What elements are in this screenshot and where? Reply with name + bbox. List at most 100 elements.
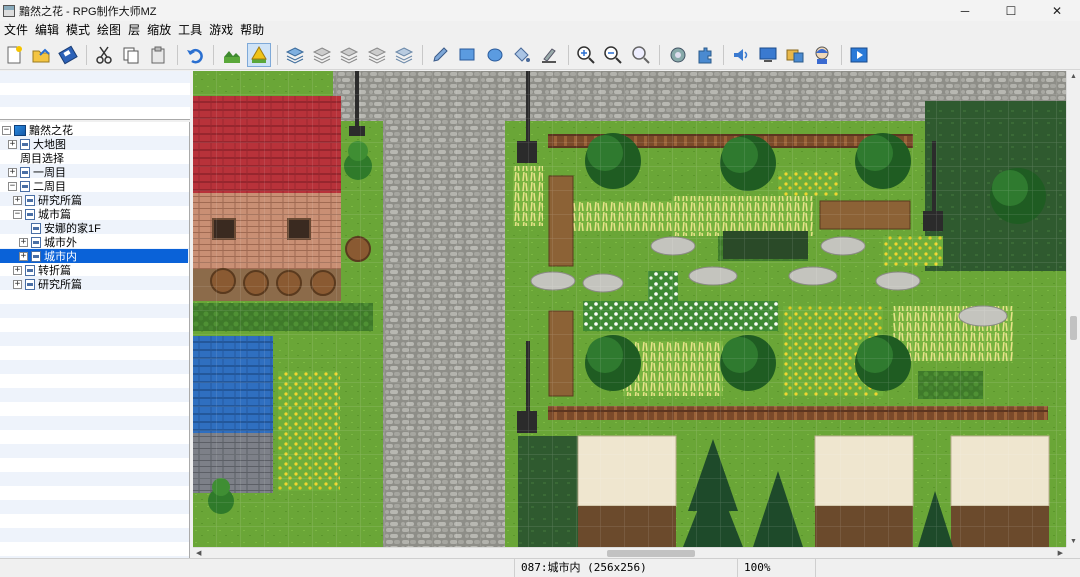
collapse-icon[interactable]: − [2, 125, 11, 135]
copy-button[interactable] [119, 43, 143, 67]
expand-icon[interactable]: + [19, 237, 28, 247]
layer-3-button[interactable] [365, 43, 389, 67]
map-icon [31, 236, 41, 248]
shadow-pen-button[interactable] [537, 43, 561, 67]
menu-layer[interactable]: 层 [124, 21, 143, 40]
new-project-button[interactable] [2, 43, 26, 67]
tree-item[interactable]: − 二周目 [0, 179, 188, 193]
tree-item[interactable]: 周目选择 [0, 151, 188, 165]
window-controls: ─ ☐ ✕ [942, 0, 1080, 21]
cut-button[interactable] [92, 43, 116, 67]
ellipse-button[interactable] [483, 43, 507, 67]
map-mode-button[interactable] [220, 43, 244, 67]
zoom-in-button[interactable] [574, 43, 598, 67]
vertical-scrollbar[interactable]: ▲ ▼ [1066, 71, 1080, 547]
layer-auto-button[interactable] [283, 43, 307, 67]
plugin-manager-button[interactable] [693, 43, 717, 67]
pencil-button[interactable] [428, 43, 452, 67]
expand-icon[interactable]: + [8, 139, 17, 149]
zoom-actual-button[interactable] [629, 43, 653, 67]
event-mode-button[interactable] [247, 43, 271, 67]
menu-file[interactable]: 文件 [0, 21, 31, 40]
status-empty-cell [815, 559, 1080, 577]
tree-item[interactable]: − 城市篇 [0, 207, 188, 221]
tree-item[interactable]: + 城市内 [0, 249, 188, 263]
tree-item[interactable]: + 转折篇 [0, 263, 188, 277]
layer-2-icon [339, 47, 359, 64]
zoom-actual-icon [632, 46, 650, 64]
menu-help[interactable]: 帮助 [236, 21, 267, 40]
new-project-icon [7, 46, 22, 64]
tree-item[interactable]: + 研究所篇 [0, 277, 188, 291]
window-title: 黯然之花 - RPG制作大师MZ [19, 5, 157, 18]
expand-icon[interactable]: + [19, 251, 28, 261]
layer-1-icon [312, 47, 332, 64]
map-icon [20, 180, 30, 192]
zoom-out-button[interactable] [601, 43, 625, 67]
expand-icon[interactable]: + [13, 279, 22, 289]
expand-icon[interactable]: + [13, 265, 22, 275]
character-generator-button[interactable] [810, 43, 834, 67]
expand-icon[interactable]: + [8, 167, 17, 177]
map-tree[interactable]: − 黯然之花 + 大地图 周目选择 + 一周目 − 二周目 + 研究所篇 − 城市篇 安娜的家1F + 城市外… [0, 122, 190, 558]
vertical-scroll-thumb[interactable] [1070, 316, 1077, 340]
scroll-right-arrow-icon[interactable]: ▶ [1058, 549, 1063, 557]
sound-test-button[interactable] [729, 43, 753, 67]
toolbar-separator [841, 45, 842, 65]
tree-item[interactable]: − 黯然之花 [0, 123, 188, 137]
minimize-button[interactable]: ─ [942, 0, 988, 21]
menu-scale[interactable]: 缩放 [143, 21, 174, 40]
database-button[interactable] [666, 43, 690, 67]
paste-icon [151, 46, 165, 64]
tree-item[interactable]: + 一周目 [0, 165, 188, 179]
collapse-icon[interactable]: − [8, 181, 17, 191]
map-icon [31, 250, 41, 262]
toolbar-separator [568, 45, 569, 65]
collapse-icon[interactable]: − [13, 209, 22, 219]
tree-item[interactable]: + 研究所篇 [0, 193, 188, 207]
toolbar [0, 40, 1080, 70]
open-project-button[interactable] [29, 43, 53, 67]
map-canvas[interactable] [193, 71, 1066, 547]
open-project-icon [32, 48, 50, 63]
fill-button[interactable] [510, 43, 534, 67]
paste-button[interactable] [146, 43, 170, 67]
tree-item[interactable]: + 大地图 [0, 137, 188, 151]
menu-mode[interactable]: 模式 [62, 21, 93, 40]
close-button[interactable]: ✕ [1034, 0, 1080, 21]
tree-item[interactable]: 安娜的家1F [0, 221, 188, 235]
menu-edit[interactable]: 编辑 [31, 21, 62, 40]
event-searcher-button[interactable] [756, 43, 780, 67]
undo-button[interactable] [183, 43, 207, 67]
menu-tools[interactable]: 工具 [174, 21, 205, 40]
scroll-down-arrow-icon[interactable]: ▼ [1070, 538, 1077, 545]
expand-icon[interactable]: + [13, 195, 22, 205]
map-icon [25, 278, 35, 290]
layer-3-icon [367, 47, 387, 64]
resource-manager-icon [786, 49, 804, 63]
horizontal-scroll-thumb[interactable] [607, 550, 695, 557]
layer-2-button[interactable] [337, 43, 361, 67]
menu-game[interactable]: 游戏 [205, 21, 236, 40]
scroll-up-arrow-icon[interactable]: ▲ [1070, 73, 1077, 80]
save-project-button[interactable] [56, 43, 80, 67]
maximize-button[interactable]: ☐ [988, 0, 1034, 21]
rectangle-button[interactable] [455, 43, 479, 67]
layer-1-button[interactable] [310, 43, 334, 67]
resource-manager-button[interactable] [783, 43, 807, 67]
fill-icon [514, 47, 530, 62]
layer-4-button[interactable] [392, 43, 416, 67]
playtest-icon [850, 47, 868, 63]
playtest-button[interactable] [847, 43, 871, 67]
scroll-left-arrow-icon[interactable]: ◀ [196, 549, 201, 557]
map-tiles[interactable] [193, 71, 1066, 547]
toolbar-separator [177, 45, 178, 65]
app-icon [3, 4, 15, 17]
tree-item[interactable]: + 城市外 [0, 235, 188, 249]
project-icon [14, 124, 26, 136]
tileset-panel[interactable] [0, 71, 190, 120]
horizontal-scrollbar[interactable]: ◀ ▶ [193, 547, 1066, 558]
menu-draw[interactable]: 绘图 [93, 21, 124, 40]
status-bar: 087:城市内 (256x256) 100% [0, 558, 1080, 577]
ellipse-icon [487, 48, 503, 62]
